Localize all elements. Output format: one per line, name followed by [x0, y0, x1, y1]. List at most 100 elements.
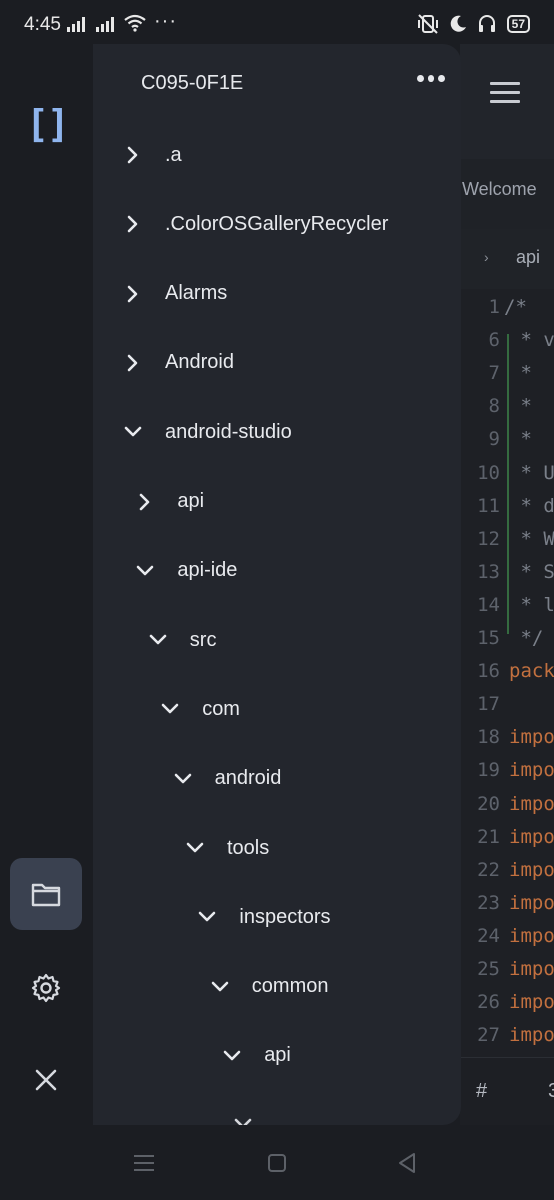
line-number: 11: [477, 494, 500, 517]
line-number: 24: [477, 924, 500, 947]
chevron-down-icon: [199, 911, 216, 922]
tree-item[interactable]: .ColorOSGalleryRecycler: [121, 204, 388, 244]
chevron-right-icon: [127, 354, 138, 372]
close-button[interactable]: [10, 1044, 82, 1116]
line-text: *: [509, 395, 532, 418]
line-number: 25: [477, 958, 500, 980]
battery-indicator: 57: [506, 15, 530, 33]
line-text: impo: [509, 891, 554, 914]
symbol-hash-button[interactable]: #: [476, 1080, 487, 1103]
tree-item-label: api: [177, 490, 205, 512]
signal-icon: [67, 16, 85, 32]
tab-welcome[interactable]: Welcome: [462, 179, 537, 200]
chevron-right-icon: [127, 285, 138, 302]
code-line: 23 impo: [460, 892, 554, 925]
status-more-icon: ···: [154, 10, 177, 32]
code-line: 13 * S: [460, 561, 554, 594]
tree-item[interactable]: common: [208, 967, 329, 1007]
line-number: 10: [477, 461, 500, 484]
code-line: 8 *: [460, 395, 554, 428]
line-number: 13: [477, 560, 500, 583]
line-number: 22: [477, 858, 500, 881]
tree-item[interactable]: android-studio: [121, 412, 292, 452]
recents-icon[interactable]: [133, 1154, 155, 1172]
tree-item-label: api-ide: [177, 559, 238, 582]
symbol-next-button[interactable]: 3: [548, 1080, 554, 1103]
app-logo: []: [26, 102, 70, 146]
headphones-icon: [478, 15, 495, 32]
tree-item[interactable]: inspectors: [195, 897, 331, 937]
line-text: pack: [509, 660, 554, 683]
line-text: impo: [509, 792, 554, 815]
code-line: 14 * l: [460, 594, 554, 627]
line-text: * l: [509, 593, 554, 616]
code-line: 27 impo: [460, 1024, 554, 1057]
line-number: 20: [477, 792, 500, 815]
code-line: 12 * W: [460, 528, 554, 561]
status-bar: 4:45 ··· 57: [0, 0, 554, 48]
vibrate-off-icon: [417, 14, 438, 34]
tree-item[interactable]: Alarms: [121, 274, 227, 314]
code-line: 6 * v: [460, 329, 554, 362]
line-number: 15: [477, 627, 500, 649]
tree-item[interactable]: api: [220, 1036, 291, 1076]
chevron-down-icon: [161, 704, 179, 714]
tree-item-label: .ColorOSGalleryRecycler: [165, 212, 389, 235]
code-line: 15 */: [460, 627, 554, 660]
line-number: 14: [477, 593, 500, 616]
menu-icon[interactable]: [490, 82, 520, 109]
more-options-icon[interactable]: [417, 68, 446, 88]
breadcrumb-item[interactable]: api: [516, 247, 540, 268]
back-icon[interactable]: [397, 1152, 417, 1174]
line-text: impo: [509, 958, 554, 980]
chevron-down-icon: [223, 1050, 241, 1061]
file-tree-drawer: C095-0F1E .a .ColorOSGalleryRecycler Alarm…: [93, 44, 461, 1125]
tree-item[interactable]: com: [158, 689, 240, 729]
line-number: 9: [488, 428, 500, 451]
editor-toolbar: [460, 44, 554, 159]
editor-pane: Welcome › api 1/* 6 * v7 * 8 * 9 * 10 * U 11 …: [460, 44, 554, 1125]
code-line: 18 impo: [460, 726, 554, 759]
line-text: /*: [504, 296, 527, 318]
tree-item[interactable]: .a: [121, 135, 182, 175]
chevron-right-icon: [140, 493, 150, 510]
home-icon[interactable]: [267, 1153, 287, 1173]
status-right: 57: [417, 14, 530, 34]
code-line: 20 impo: [460, 793, 554, 826]
status-time: 4:45: [24, 14, 61, 35]
signal-icon-2: [96, 16, 114, 32]
tree-item[interactable]: api: [133, 482, 204, 522]
line-text: * S: [509, 560, 554, 583]
tree-item[interactable]: api-ide: [133, 551, 237, 591]
line-number: 19: [477, 759, 500, 782]
gear-icon: [31, 973, 61, 1003]
chevron-down-icon: [137, 565, 154, 576]
chevron-down-icon: [186, 842, 204, 853]
line-text: * U: [509, 461, 554, 484]
line-text: */: [509, 627, 544, 649]
chevron-right-icon: [127, 215, 138, 233]
code-line: 16 pack: [460, 660, 554, 693]
editor-symbol-bar: # 3: [460, 1057, 554, 1125]
line-number: 17: [477, 693, 500, 716]
settings-button[interactable]: [10, 952, 82, 1024]
tree-item-partial[interactable]: [231, 1104, 275, 1125]
tree-item[interactable]: Android: [121, 343, 234, 383]
chevron-right-icon: [127, 146, 138, 164]
tree-item-label: api: [264, 1044, 291, 1067]
line-number: 8: [488, 395, 500, 418]
tree-item[interactable]: tools: [183, 828, 269, 868]
code-line: 1/*: [460, 296, 554, 329]
code-line: 19 impo: [460, 759, 554, 792]
line-number: 21: [477, 825, 500, 848]
chevron-down-icon: [211, 981, 229, 991]
tree-item[interactable]: src: [146, 620, 216, 660]
line-text: impo: [509, 924, 554, 947]
line-number: 16: [477, 660, 500, 683]
tree-item-label: tools: [227, 836, 270, 859]
tree-item[interactable]: android: [171, 759, 281, 799]
line-text: impo: [509, 759, 554, 782]
chevron-down-icon: [174, 773, 191, 783]
files-button[interactable]: [10, 858, 82, 930]
code-line: 22 impo: [460, 859, 554, 892]
